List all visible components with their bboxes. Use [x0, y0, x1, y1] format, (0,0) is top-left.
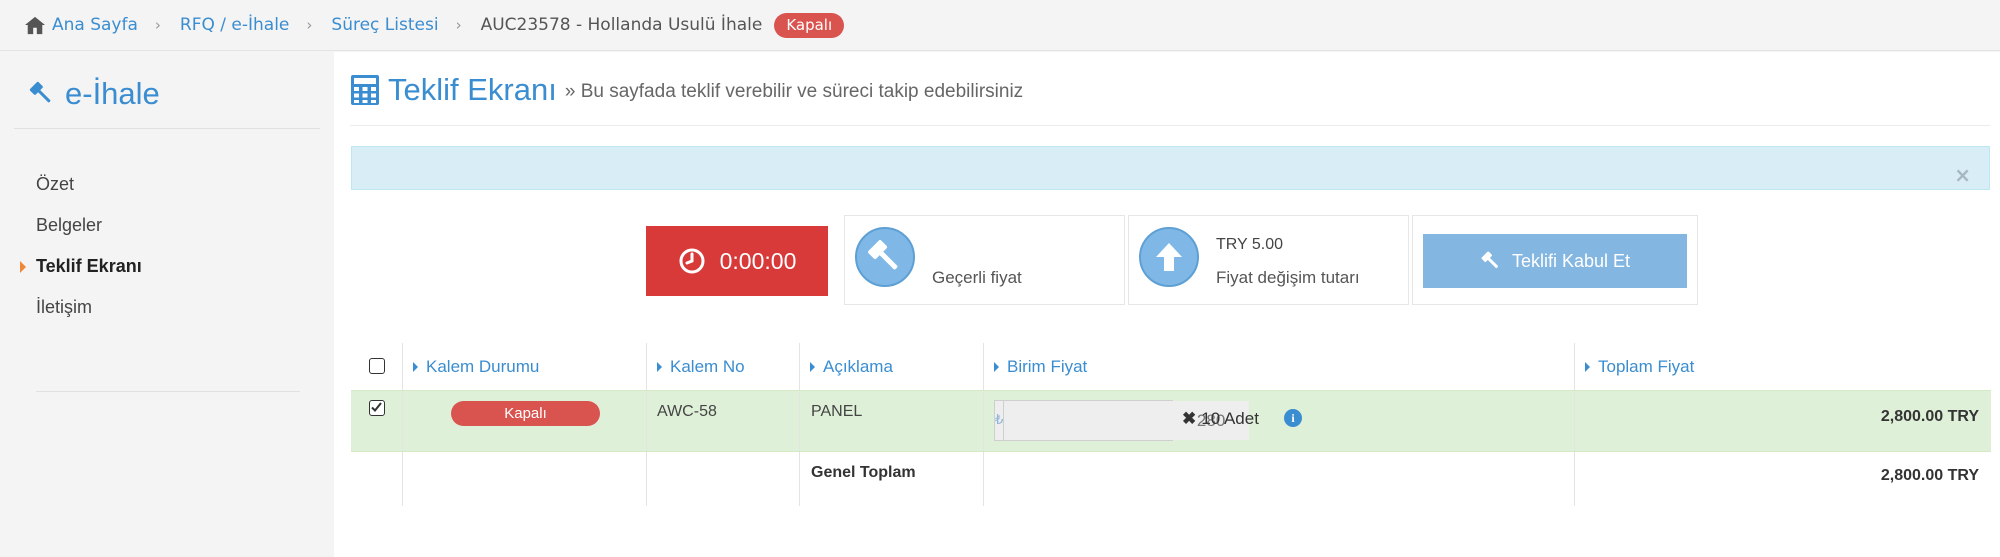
price-change-label: Fiyat değişim tutarı	[1216, 268, 1360, 287]
breadcrumb-current: AUC23578 - Hollanda Usulü İhale	[480, 15, 763, 35]
row-total-price: 2,800.00 TRY	[1880, 408, 1979, 425]
table-header-row: Kalem Durumu Kalem No Açıklama Birim Fiy…	[351, 343, 1991, 390]
divider	[350, 125, 1990, 126]
quantity-label: 10 Adet	[1201, 409, 1259, 428]
empty-cell	[983, 452, 1574, 506]
col-header-aciklama[interactable]: Açıklama	[799, 343, 983, 390]
col-header-label: Kalem No	[670, 356, 745, 376]
row-status-badge: Kapalı	[451, 401, 600, 426]
current-price-label: Geçerli fiyat	[932, 268, 1022, 287]
col-header-label: Toplam Fiyat	[1598, 356, 1695, 376]
grand-total-label: Genel Toplam	[811, 464, 916, 481]
row-item-no-cell: AWC-58	[646, 391, 799, 451]
quantity: ✖ 10 Adet	[1182, 409, 1259, 429]
breadcrumb-separator: ›	[154, 16, 161, 34]
grand-total-row: Genel Toplam 2,800.00 TRY	[351, 452, 1991, 506]
currency-icon: ₺	[995, 401, 1005, 440]
row-status-cell: Kapalı	[402, 391, 646, 451]
info-icon[interactable]: i	[1284, 409, 1302, 427]
accept-offer-button[interactable]: Teklifi Kabul Et	[1423, 234, 1687, 288]
page-title: Teklif Ekranı	[388, 72, 557, 107]
price-change-panel: TRY 5.00 Fiyat değişim tutarı	[1128, 215, 1409, 305]
sidebar: e-İhale Özet Belgeler Teklif Ekranı İlet…	[0, 52, 334, 557]
status-badge: Kapalı	[774, 12, 845, 38]
breadcrumb-process-list-link[interactable]: Süreç Listesi	[331, 15, 438, 35]
times-icon: ✖	[1182, 409, 1197, 428]
table-row: Kapalı AWC-58 PANEL ₺ ✖ 10 Adet i 2	[351, 390, 1991, 452]
breadcrumb-separator: ›	[306, 16, 313, 34]
sidebar-item-teklif-ekrani[interactable]: Teklif Ekranı	[0, 246, 334, 287]
timer-value: 0:00:00	[719, 247, 797, 274]
select-all-checkbox[interactable]	[369, 358, 385, 374]
empty-cell	[402, 452, 646, 506]
active-caret-icon	[20, 261, 26, 273]
items-table: Kalem Durumu Kalem No Açıklama Birim Fiy…	[351, 343, 1991, 506]
sort-caret-icon	[994, 361, 999, 372]
sort-caret-icon	[657, 361, 662, 372]
divider	[36, 391, 300, 392]
row-checkbox[interactable]	[369, 400, 385, 416]
breadcrumb-rfq-link[interactable]: RFQ / e-İhale	[180, 15, 290, 35]
gavel-icon	[1481, 251, 1498, 269]
sort-caret-icon	[810, 361, 815, 372]
select-all-cell	[351, 343, 402, 390]
sidebar-nav: Özet Belgeler Teklif Ekranı İletişim	[0, 164, 334, 328]
brand: e-İhale	[27, 76, 160, 112]
sidebar-item-label: İletişim	[36, 297, 93, 317]
arrow-up-icon	[1156, 243, 1182, 271]
accept-offer-label: Teklifi Kabul Et	[1511, 250, 1631, 271]
gavel-icon	[868, 240, 898, 270]
row-item-no: AWC-58	[657, 403, 717, 420]
row-total-cell: 2,800.00 TRY	[1574, 391, 1991, 451]
grand-total-label-cell: Genel Toplam	[799, 452, 983, 506]
sort-caret-icon	[413, 361, 418, 372]
col-header-kalem-no[interactable]: Kalem No	[646, 343, 799, 390]
page-subtitle: » Bu sayfada teklif verebilir ve süreci …	[564, 81, 1024, 102]
row-description: PANEL	[811, 403, 863, 420]
gavel-icon	[29, 81, 51, 103]
countdown-timer: 0:00:00	[646, 226, 828, 296]
home-icon[interactable]	[24, 15, 46, 35]
check-icon	[371, 402, 382, 412]
gavel-circle	[855, 227, 915, 287]
col-header-label: Kalem Durumu	[426, 356, 540, 376]
col-header-label: Açıklama	[823, 356, 893, 376]
accept-offer-panel: Teklifi Kabul Et	[1412, 215, 1698, 305]
page-header: Teklif Ekranı » Bu sayfada teklif verebi…	[350, 72, 1023, 108]
arrow-circle	[1139, 227, 1199, 287]
empty-cell	[351, 452, 402, 506]
grand-total-value-cell: 2,800.00 TRY	[1574, 452, 1991, 506]
sidebar-item-label: Teklif Ekranı	[36, 256, 142, 276]
row-unit-price-cell: ₺ ✖ 10 Adet i	[983, 391, 1574, 451]
col-header-kalem-durumu[interactable]: Kalem Durumu	[402, 343, 646, 390]
empty-cell	[646, 452, 799, 506]
row-select-cell	[351, 391, 402, 451]
clock-icon	[679, 248, 705, 274]
price-change-value: TRY 5.00	[1216, 236, 1284, 253]
breadcrumb-separator: ›	[455, 16, 462, 34]
close-icon[interactable]: ×	[1954, 165, 1971, 185]
current-price-panel: Geçerli fiyat	[844, 215, 1125, 305]
sort-caret-icon	[1585, 361, 1590, 372]
sidebar-item-belgeler[interactable]: Belgeler	[0, 205, 334, 246]
grand-total-value: 2,800.00 TRY	[1880, 467, 1979, 484]
sidebar-item-iletisim[interactable]: İletişim	[0, 287, 334, 328]
row-description-cell: PANEL	[799, 391, 983, 451]
breadcrumb-home-link[interactable]: Ana Sayfa	[52, 15, 138, 35]
info-alert: ×	[351, 146, 1990, 190]
col-header-toplam-fiyat[interactable]: Toplam Fiyat	[1574, 343, 1991, 390]
sidebar-item-label: Belgeler	[36, 215, 103, 235]
main-content: Teklif Ekranı » Bu sayfada teklif verebi…	[334, 52, 2000, 557]
brand-title: e-İhale	[65, 76, 160, 111]
col-header-label: Birim Fiyat	[1007, 356, 1088, 376]
unit-price-input-group: ₺	[994, 400, 1250, 441]
sidebar-item-label: Özet	[36, 174, 75, 194]
divider	[14, 128, 320, 129]
calculator-icon	[351, 75, 379, 105]
col-header-birim-fiyat[interactable]: Birim Fiyat	[983, 343, 1574, 390]
breadcrumb: Ana Sayfa › RFQ / e-İhale › Süreç Listes…	[0, 0, 2000, 51]
sidebar-item-ozet[interactable]: Özet	[0, 164, 334, 205]
